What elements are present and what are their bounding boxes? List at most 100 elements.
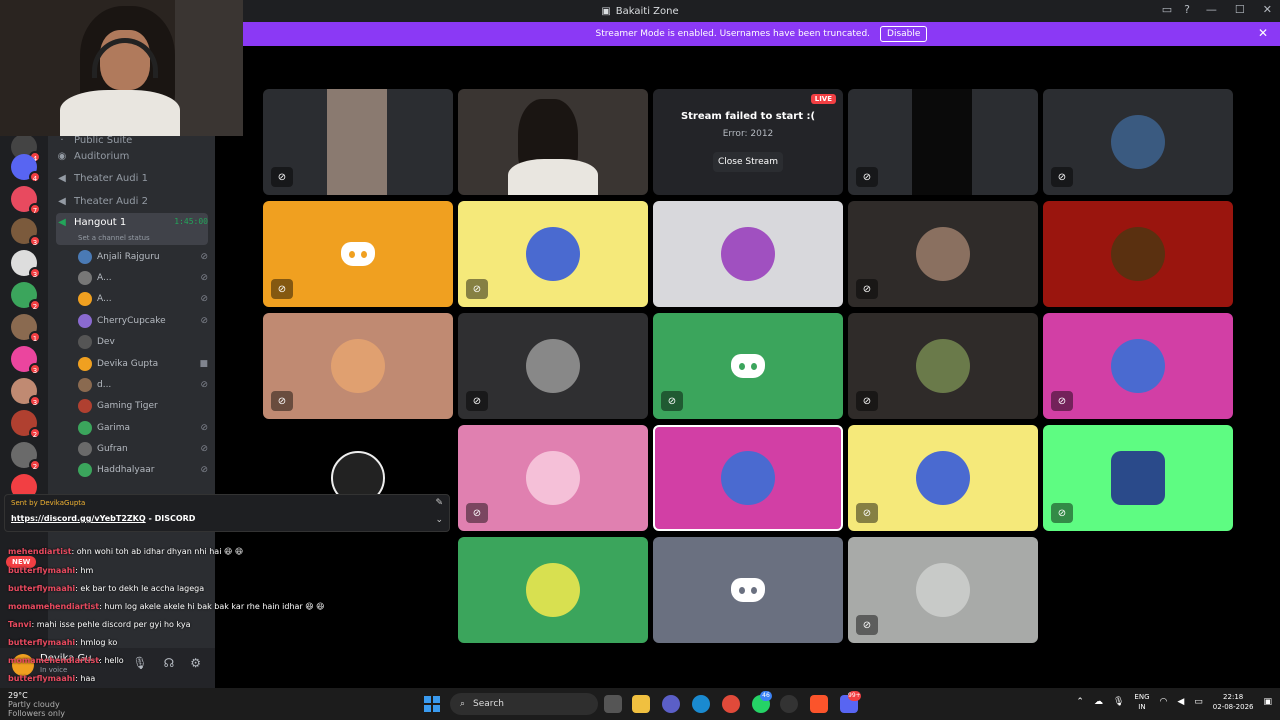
battery-icon[interactable]: ▭ <box>1194 697 1203 707</box>
headphones-icon[interactable]: ☊ <box>164 656 175 670</box>
avatar <box>1111 227 1165 281</box>
pin-icon[interactable]: ✎ <box>435 498 443 508</box>
microphone-icon[interactable]: 🎙 <box>1113 697 1124 707</box>
member-item[interactable]: A... ⊘ <box>78 289 208 309</box>
video-tile[interactable]: ⊘ <box>1043 425 1233 531</box>
channel-status[interactable]: Set a channel status <box>78 234 150 242</box>
task-view-icon[interactable] <box>604 695 622 713</box>
video-tile[interactable]: ⊘ <box>263 89 453 195</box>
server-icon-5[interactable]: 3 <box>11 250 41 279</box>
language-indicator[interactable]: ENG IN <box>1134 692 1149 712</box>
chrome-icon[interactable] <box>722 695 740 713</box>
weather-widget[interactable]: 29°C Partly cloudy Followers only <box>8 691 65 718</box>
link-message[interactable]: Sent by DevikaGupta https://discord.gg/v… <box>4 494 450 532</box>
close-stream-button[interactable]: Close Stream <box>713 152 783 172</box>
video-tile[interactable]: ⊘ <box>848 89 1038 195</box>
app-icon[interactable] <box>662 695 680 713</box>
windows-start-icon[interactable] <box>424 696 440 712</box>
video-tile[interactable] <box>458 537 648 643</box>
video-tile[interactable]: ⊘ <box>263 313 453 419</box>
gear-icon[interactable]: ⚙ <box>190 656 201 670</box>
member-item[interactable]: Anjali Rajguru ⊘ <box>78 247 208 267</box>
edge-icon[interactable] <box>692 695 710 713</box>
member-item[interactable]: Devika Gupta ■ <box>78 354 208 374</box>
help-icon[interactable]: ? <box>1184 3 1190 16</box>
video-tile[interactable]: ⊘ <box>458 425 648 531</box>
file-explorer-icon[interactable] <box>632 695 650 713</box>
channel-auditorium[interactable]: ◉ Auditorium <box>56 146 208 166</box>
video-tile-speaking[interactable] <box>653 425 843 531</box>
volume-icon[interactable]: ◀ <box>1177 697 1184 707</box>
server-icon-11[interactable]: 2 <box>11 442 41 471</box>
video-tile[interactable]: ⊘ <box>653 313 843 419</box>
minimize-button[interactable]: — <box>1206 3 1217 16</box>
chat-line: momamehendiartist: hello <box>8 656 124 665</box>
chat-line: butterflymaahi: hm <box>8 566 94 575</box>
stream-error-tile[interactable]: LIVE Stream failed to start :( Error: 20… <box>653 89 843 195</box>
disable-button[interactable]: Disable <box>880 26 928 42</box>
video-tile[interactable]: ⊘ <box>458 313 648 419</box>
wifi-icon[interactable]: ◠ <box>1160 697 1168 707</box>
muted-mic-icon: ⊘ <box>200 465 208 475</box>
video-tile[interactable] <box>1043 201 1233 307</box>
close-icon[interactable]: ✕ <box>1258 26 1268 40</box>
video-tile[interactable] <box>653 537 843 643</box>
taskbar-search[interactable]: ⌕ Search <box>450 693 598 715</box>
app-icon[interactable] <box>780 695 798 713</box>
server-icon-2[interactable]: 4 <box>11 154 41 183</box>
video-tile[interactable]: ⊘ <box>458 201 648 307</box>
server-icon-9[interactable]: 3 <box>11 378 41 407</box>
server-icon-4[interactable]: 3 <box>11 218 41 247</box>
channel-theater-audi-1[interactable]: ◀ Theater Audi 1 <box>56 168 208 188</box>
video-tile[interactable]: ⊘ <box>848 537 1038 643</box>
notification-icon[interactable]: ▣ <box>1263 697 1272 707</box>
video-tile[interactable]: ⊘ <box>263 201 453 307</box>
member-item[interactable]: Haddhalyaar ⊘ <box>78 460 208 480</box>
video-tile[interactable]: ⊘ <box>1043 89 1233 195</box>
member-item[interactable]: d... ⊘ <box>78 375 208 395</box>
avatar <box>916 339 970 393</box>
muted-mic-icon: ⊘ <box>271 279 293 299</box>
clock[interactable]: 22:18 02-08-2026 <box>1213 692 1254 712</box>
member-item[interactable]: Gaming Tiger <box>78 396 208 416</box>
member-item[interactable]: Dev <box>78 332 208 352</box>
chevron-up-icon[interactable]: ⌃ <box>1076 697 1084 707</box>
channel-theater-audi-2[interactable]: ◀ Theater Audi 2 <box>56 191 208 211</box>
search-icon: ⌕ <box>460 699 466 709</box>
video-tile[interactable]: ⊘ <box>848 201 1038 307</box>
inbox-icon[interactable]: ▭ <box>1162 3 1172 16</box>
video-tile[interactable] <box>458 89 648 195</box>
system-tray: ⌃ ☁ 🎙 ENG IN ◠ ◀ ▭ 22:18 02-08-2026 ▣ <box>1076 692 1272 712</box>
avatar <box>78 250 92 264</box>
streamer-webcam <box>0 0 243 136</box>
member-item[interactable]: Garima ⊘ <box>78 418 208 438</box>
speaker-icon: ◀ <box>58 217 66 228</box>
video-tile[interactable] <box>653 201 843 307</box>
member-item[interactable]: A... ⊘ <box>78 268 208 288</box>
video-tile[interactable]: ⊘ <box>1043 313 1233 419</box>
server-icon-10[interactable]: 2 <box>11 410 41 439</box>
muted-mic-icon: ⊘ <box>200 252 208 262</box>
video-tile[interactable]: ⊘ <box>848 313 1038 419</box>
server-icon-3[interactable]: 7 <box>11 186 41 215</box>
muted-mic-icon: ⊘ <box>661 391 683 411</box>
brave-icon[interactable] <box>810 695 828 713</box>
member-item[interactable]: Gufran ⊘ <box>78 439 208 459</box>
chevron-down-icon[interactable]: ⌄ <box>435 515 443 525</box>
discord-eye <box>739 587 745 594</box>
discord-icon <box>731 354 765 378</box>
chat-line: Tanvi: mahi isse pehle discord per gyi h… <box>8 620 191 629</box>
microphone-icon[interactable]: 🎙 <box>132 656 147 670</box>
cloud-icon[interactable]: ☁ <box>1094 697 1103 707</box>
server-icon-6[interactable]: 2 <box>11 282 41 311</box>
invite-link[interactable]: https://discord.gg/vYebT2ZKQ <box>11 514 146 523</box>
close-window-button[interactable]: ✕ <box>1263 3 1272 16</box>
deafened-icon: ⊘ <box>1051 167 1073 187</box>
maximize-button[interactable]: ☐ <box>1235 3 1245 16</box>
muted-mic-icon: ⊘ <box>271 167 293 187</box>
video-tile[interactable]: ⊘ <box>848 425 1038 531</box>
avatar <box>78 442 92 456</box>
server-icon-8[interactable]: 3 <box>11 346 41 375</box>
server-icon-7[interactable]: 1 <box>11 314 41 343</box>
member-item[interactable]: CherryCupcake ⊘ <box>78 311 208 331</box>
